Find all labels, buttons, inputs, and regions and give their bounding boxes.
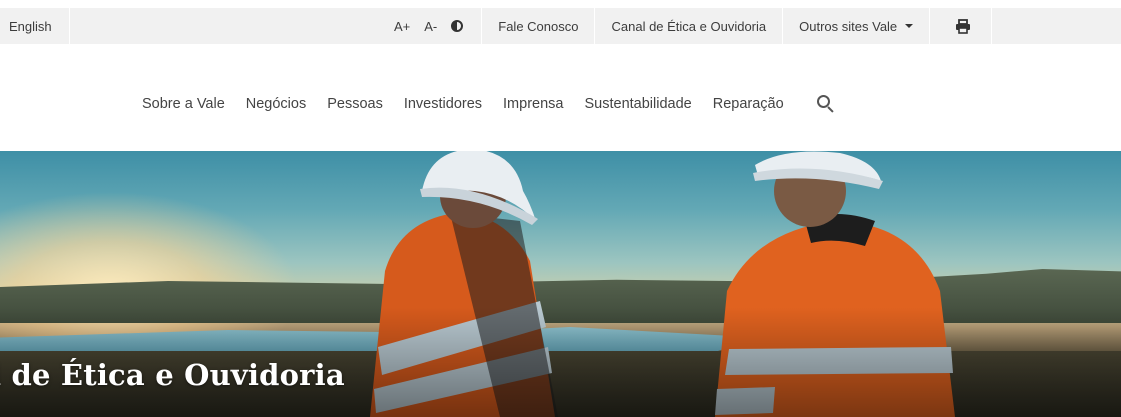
nav-item-imprensa[interactable]: Imprensa <box>503 96 563 112</box>
caret-down-icon <box>905 24 914 28</box>
nav-item-sobre-a-vale[interactable]: Sobre a Vale <box>142 96 225 112</box>
other-sites-dropdown[interactable]: Outros sites Vale <box>783 8 931 44</box>
nav-item-reparacao[interactable]: Reparação <box>713 96 784 112</box>
accessibility-controls: A+ A- <box>378 8 483 44</box>
ethics-channel-label: Canal de Ética e Ouvidoria <box>611 18 767 34</box>
font-increase-button[interactable]: A+ <box>394 19 410 34</box>
ethics-channel-link[interactable]: Canal de Ética e Ouvidoria <box>595 8 784 44</box>
hero-banner: l de Ética e Ouvidoria <box>0 151 1121 417</box>
language-label: English <box>9 18 52 34</box>
search-icon[interactable] <box>816 94 836 114</box>
contact-link[interactable]: Fale Conosco <box>482 8 596 44</box>
print-icon <box>956 18 971 34</box>
print-button[interactable] <box>930 8 993 44</box>
font-decrease-button[interactable]: A- <box>424 19 437 34</box>
utility-bar: English A+ A- Fale Conosco Canal de Étic… <box>0 8 1121 44</box>
language-switch[interactable]: English <box>0 8 70 44</box>
hero-title: l de Ética e Ouvidoria <box>0 358 345 392</box>
utility-spacer <box>70 8 378 44</box>
other-sites-label: Outros sites Vale <box>799 18 898 34</box>
nav-item-pessoas[interactable]: Pessoas <box>327 96 383 112</box>
contact-label: Fale Conosco <box>498 18 579 34</box>
nav-item-sustentabilidade[interactable]: Sustentabilidade <box>584 96 691 112</box>
contrast-icon[interactable] <box>451 20 464 32</box>
main-nav: Sobre a Vale Negócios Pessoas Investidor… <box>142 94 836 114</box>
nav-item-negocios[interactable]: Negócios <box>246 96 306 112</box>
nav-item-investidores[interactable]: Investidores <box>404 96 482 112</box>
